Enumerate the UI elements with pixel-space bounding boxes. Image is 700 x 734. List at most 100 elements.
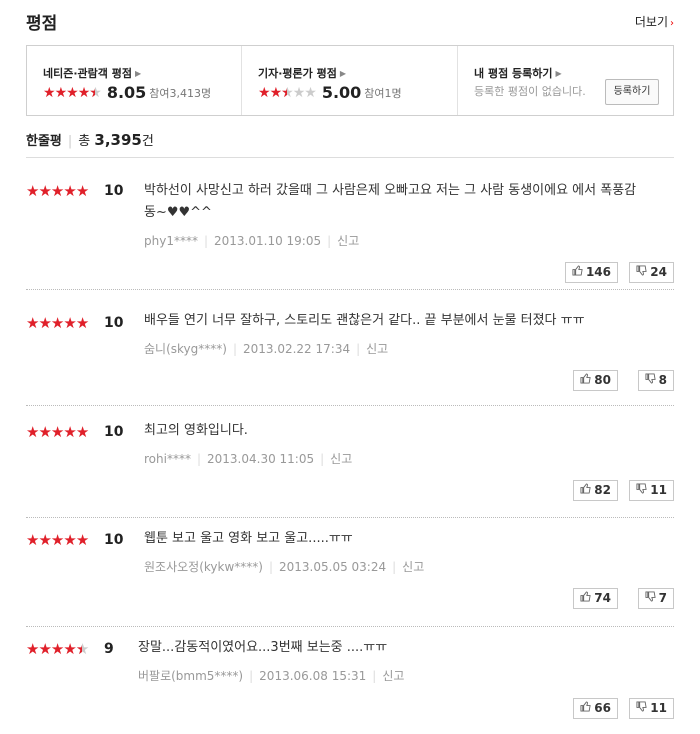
register-rating-button[interactable]: 등록하기 <box>605 79 659 105</box>
review-text: 장말...감동적이였어요...3번째 보는중 ....ㅠㅠ <box>138 640 388 655</box>
thumbs-up-icon <box>580 701 591 715</box>
star-full-icon: ★ <box>38 640 51 658</box>
star-full-icon: ★ <box>269 84 283 101</box>
review-item: ★★★★★ 10 박하선이 사망신고 하러 갔을때 그 사람은제 오빠고요 저는 그… <box>26 171 674 283</box>
review-date: 2013.05.05 03:24 <box>279 560 387 574</box>
star-empty-icon: ★ <box>304 84 317 101</box>
review-user[interactable]: 버팔로(bmm5****) <box>138 669 243 683</box>
thumbs-up-icon <box>580 591 591 605</box>
star-full-icon: ★ <box>63 182 76 200</box>
review-score: 10 <box>104 315 124 331</box>
review-divider <box>26 405 674 406</box>
review-date: 2013.04.30 11:05 <box>207 452 315 466</box>
star-half-icon: ★★ <box>89 84 102 101</box>
star-full-icon: ★ <box>26 314 39 332</box>
review-star-rating: ★★★★★ <box>26 531 89 549</box>
star-full-icon: ★ <box>26 423 39 441</box>
netizen-star-rating: ★★★★★★ <box>43 84 102 101</box>
star-full-icon: ★ <box>50 640 64 658</box>
dislike-button[interactable]: 11 <box>629 698 674 719</box>
report-link[interactable]: 신고 <box>382 669 404 683</box>
star-half-icon: ★★ <box>75 640 89 658</box>
triangle-right-icon: ▶ <box>555 69 562 78</box>
star-full-icon: ★ <box>38 314 51 332</box>
review-text: 박하선이 사망신고 하러 갔을때 그 사람은제 오빠고요 저는 그 사람 동생이… <box>144 183 637 220</box>
star-full-icon: ★ <box>66 84 79 101</box>
chevron-right-icon: › <box>670 18 674 29</box>
review-meta: 버팔로(bmm5****) | 2013.06.08 15:31 | 신고 <box>138 669 405 683</box>
review-item: ★★★★★ 10 최고의 영화입니다. rohi**** | 2013.04.30 11:… <box>26 417 674 517</box>
review-score: 10 <box>104 532 124 548</box>
my-rating-link[interactable]: 내 평점 등록하기 ▶ <box>474 65 562 81</box>
star-full-icon: ★ <box>77 84 91 101</box>
star-full-icon: ★ <box>63 423 76 441</box>
star-full-icon: ★ <box>75 423 89 441</box>
thumbs-up-icon <box>572 265 583 279</box>
review-meta: 숨니(skyg****) | 2013.02.22 17:34 | 신고 <box>144 342 389 356</box>
thumbs-down-icon <box>636 483 647 497</box>
review-divider <box>26 289 674 290</box>
star-full-icon: ★ <box>50 182 64 200</box>
review-date: 2013.01.10 19:05 <box>214 234 322 248</box>
review-user[interactable]: 원조사오정(kykw****) <box>144 560 263 574</box>
star-full-icon: ★ <box>75 531 89 549</box>
review-divider <box>26 517 674 518</box>
review-text: 최고의 영화입니다. <box>144 423 248 438</box>
report-link[interactable]: 신고 <box>402 560 424 574</box>
star-full-icon: ★ <box>50 531 64 549</box>
report-link[interactable]: 신고 <box>337 234 359 248</box>
like-button[interactable]: 66 <box>573 698 618 719</box>
review-item: ★★★★★★9장말...감동적이였어요...3번째 보는중 ....ㅠㅠ버팔로(… <box>26 630 674 730</box>
star-full-icon: ★ <box>26 531 39 549</box>
critic-rating: 기자·평론가 평점▶ ★★★★★★5.00참여1명 <box>241 46 457 115</box>
review-user[interactable]: 숨니(skyg****) <box>144 342 227 356</box>
report-link[interactable]: 신고 <box>330 452 352 466</box>
like-button[interactable]: 80 <box>573 370 618 391</box>
star-full-icon: ★ <box>43 84 56 101</box>
review-star-rating: ★★★★★ <box>26 423 89 441</box>
netizen-rating-link[interactable]: 네티즌·관람객 평점 ▶ <box>43 65 141 81</box>
star-full-icon: ★ <box>75 182 89 200</box>
review-user[interactable]: phy1**** <box>144 234 198 248</box>
more-link[interactable]: 더보기 › <box>635 13 674 30</box>
review-text: 배우들 연기 너무 잘하구, 스토리도 괜찮은거 같다.. 끝 부분에서 눈물 … <box>144 313 585 328</box>
my-rating-empty-text: 등록한 평점이 없습니다. <box>474 85 586 98</box>
netizen-rating: 네티즌·관람객 평점▶ ★★★★★★8.05참여3,413명 <box>27 46 241 115</box>
star-full-icon: ★ <box>50 314 64 332</box>
star-full-icon: ★ <box>26 640 39 658</box>
thumbs-down-icon <box>636 265 647 279</box>
star-half-icon: ★★ <box>281 84 294 101</box>
netizen-score: 8.05 <box>106 83 147 102</box>
star-full-icon: ★ <box>258 84 271 101</box>
oneline-review-heading: 한줄평 | 총 3,395건 <box>26 131 154 149</box>
thumbs-down-icon <box>636 701 647 715</box>
star-full-icon: ★ <box>63 314 76 332</box>
rating-header: 평점 더보기 › <box>26 9 674 34</box>
triangle-right-icon: ▶ <box>339 69 347 78</box>
rating-summary: 네티즌·관람객 평점▶ ★★★★★★8.05참여3,413명 기자·평론가 평점… <box>26 45 674 116</box>
star-full-icon: ★ <box>54 84 68 101</box>
like-button[interactable]: 82 <box>573 480 618 501</box>
star-full-icon: ★ <box>26 182 39 200</box>
dislike-button[interactable]: 7 <box>637 588 674 609</box>
critic-rating-link[interactable]: 기자·평론가 평점 ▶ <box>258 65 346 81</box>
review-score: 10 <box>104 183 124 199</box>
like-button[interactable]: 74 <box>573 588 618 609</box>
review-user[interactable]: rohi**** <box>144 452 191 466</box>
review-star-rating: ★★★★★ <box>26 182 89 200</box>
dislike-button[interactable]: 8 <box>637 370 674 391</box>
star-full-icon: ★ <box>38 182 51 200</box>
thumbs-up-icon <box>580 483 591 497</box>
review-meta: rohi**** | 2013.04.30 11:05 | 신고 <box>144 452 353 466</box>
thumbs-up-icon <box>580 373 591 387</box>
dislike-button[interactable]: 11 <box>629 480 674 501</box>
thumbs-down-icon <box>645 591 656 605</box>
review-count: 3,395 <box>94 131 142 149</box>
report-link[interactable]: 신고 <box>366 342 388 356</box>
like-button[interactable]: 146 <box>564 262 618 283</box>
critic-star-rating: ★★★★★★ <box>258 84 317 101</box>
dislike-button[interactable]: 24 <box>629 262 674 283</box>
review-star-rating: ★★★★★★ <box>26 640 89 658</box>
star-full-icon: ★ <box>50 423 64 441</box>
star-full-icon: ★ <box>38 531 51 549</box>
